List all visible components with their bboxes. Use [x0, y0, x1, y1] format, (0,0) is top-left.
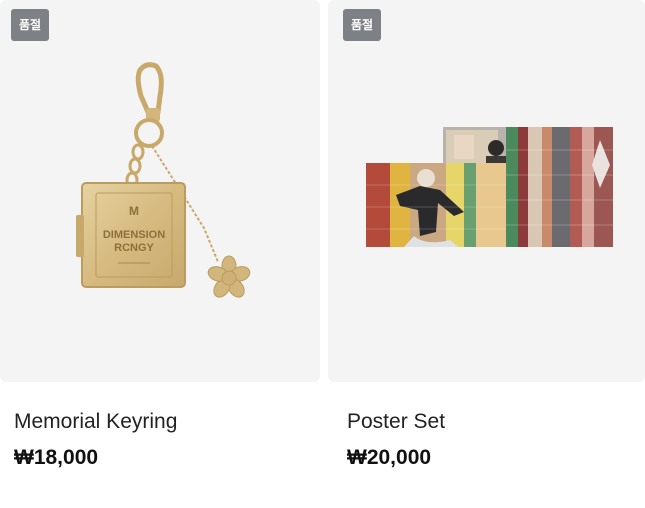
sold-out-badge: 품절: [343, 9, 382, 41]
product-card-poster-set[interactable]: 품절 Poster Set ₩20,000: [328, 0, 645, 469]
product-card-memorial-keyring[interactable]: M DIMENSION RCNGY 품절 Memorial Keyring ₩1…: [0, 0, 320, 469]
svg-text:M: M: [129, 204, 139, 218]
product-name[interactable]: Memorial Keyring: [14, 410, 177, 434]
product-thumbnail[interactable]: 품절: [328, 0, 645, 382]
keyring-engraving-line1: DIMENSION: [103, 229, 165, 241]
product-thumbnail[interactable]: M DIMENSION RCNGY 품절: [0, 0, 320, 382]
sold-out-badge: 품절: [11, 9, 50, 41]
product-price: ₩18,000: [14, 446, 99, 469]
product-price: ₩20,000: [347, 446, 432, 469]
poster-set-image: [366, 127, 613, 247]
keyring-engraving-line2: RCNGY: [114, 242, 154, 254]
product-name[interactable]: Poster Set: [347, 410, 445, 434]
keyring-image: M DIMENSION RCNGY: [76, 62, 251, 298]
